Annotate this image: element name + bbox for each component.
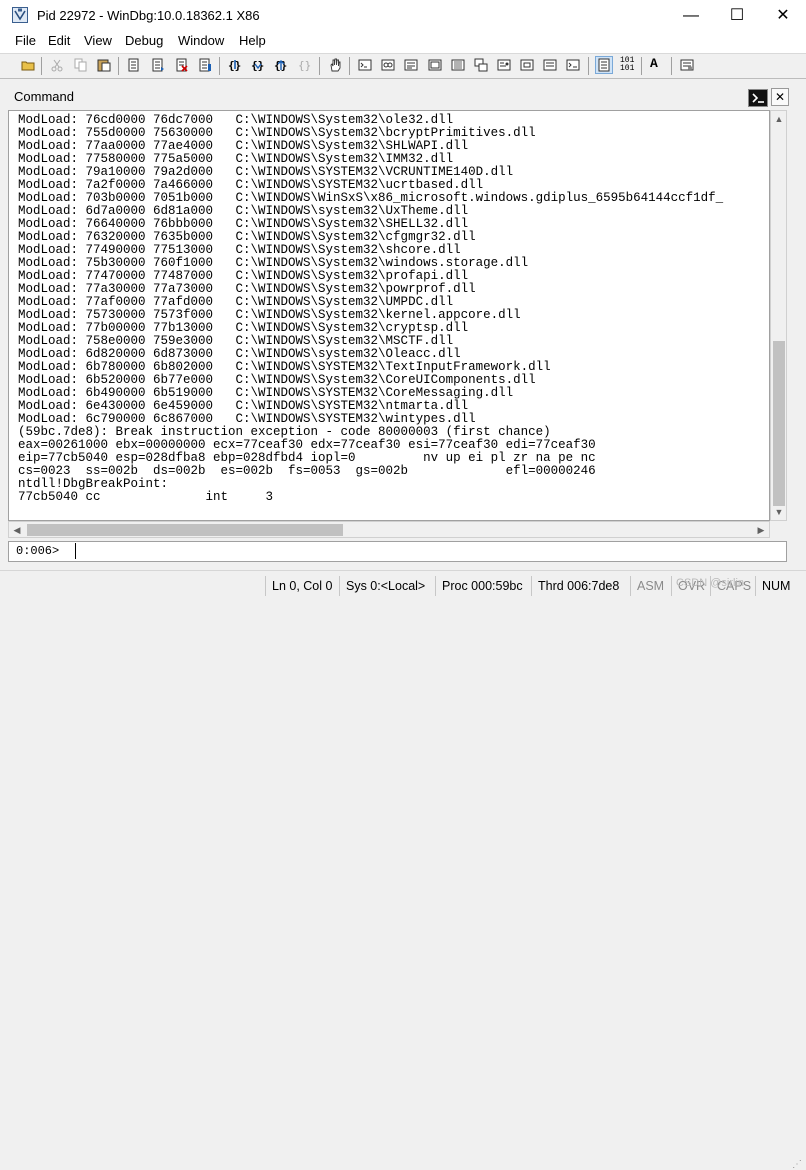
call-stack-window-icon[interactable] xyxy=(472,56,490,74)
command-browser-icon[interactable] xyxy=(564,56,582,74)
status-num: NUM xyxy=(755,576,795,596)
source-mode-icon[interactable] xyxy=(595,56,613,74)
step-out-icon[interactable]: {} xyxy=(272,56,290,74)
locals-window-icon[interactable] xyxy=(402,56,420,74)
scroll-left-icon[interactable]: ◀ xyxy=(9,522,25,538)
step-in-braces-icon[interactable]: {} xyxy=(249,56,267,74)
toolbar-separator xyxy=(118,57,119,75)
vertical-scroll-thumb[interactable] xyxy=(773,341,785,506)
run-to-cursor-icon[interactable]: {} xyxy=(296,56,314,74)
stop-debugging-icon[interactable] xyxy=(173,56,191,74)
panel-close-button[interactable]: ✕ xyxy=(771,88,789,106)
menu-file[interactable]: File xyxy=(15,33,36,48)
watermark: CSDN @sirlin xyxy=(676,577,745,589)
menu-edit[interactable]: Edit xyxy=(48,33,70,48)
scroll-right-icon[interactable]: ▶ xyxy=(753,522,769,538)
cut-icon[interactable] xyxy=(48,56,66,74)
memory-window-icon[interactable] xyxy=(449,56,467,74)
command-input[interactable] xyxy=(75,543,778,559)
status-thrd: Thrd 006:7de8 xyxy=(531,576,629,596)
scroll-up-icon[interactable]: ▲ xyxy=(771,111,787,127)
horizontal-scroll-thumb[interactable] xyxy=(27,524,343,536)
break-icon[interactable] xyxy=(196,56,214,74)
processes-threads-icon[interactable] xyxy=(541,56,559,74)
toolbar-separator xyxy=(671,57,672,75)
toolbar-separator xyxy=(349,57,350,75)
menu-debug[interactable]: Debug xyxy=(125,33,163,48)
options-icon[interactable] xyxy=(678,56,696,74)
status-proc: Proc 000:59bc xyxy=(435,576,530,596)
insert-breakpoint-icon[interactable] xyxy=(125,56,143,74)
menu-window[interactable]: Window xyxy=(178,33,224,48)
copy-icon[interactable] xyxy=(72,56,90,74)
paste-icon[interactable] xyxy=(95,56,113,74)
title-bar: Pid 22972 - WinDbg:10.0.18362.1 X86 — ☐ … xyxy=(0,0,806,31)
svg-text:{}: {} xyxy=(298,59,311,72)
step-into-icon[interactable] xyxy=(149,56,167,74)
hex-display-icon[interactable]: 101 101 xyxy=(618,56,636,74)
menu-help[interactable]: Help xyxy=(239,33,266,48)
step-over-icon[interactable]: {} xyxy=(226,56,244,74)
scroll-corner xyxy=(770,521,787,538)
minimize-button[interactable]: — xyxy=(668,0,714,31)
vertical-scrollbar[interactable]: ▲ ▼ xyxy=(770,110,787,521)
toolbar-separator xyxy=(588,57,589,75)
hand-icon[interactable] xyxy=(326,56,344,74)
disassembly-window-icon[interactable] xyxy=(495,56,513,74)
font-icon[interactable]: A xyxy=(648,56,666,74)
command-prompt: 0:006> xyxy=(16,544,60,558)
command-window-panel-icon[interactable] xyxy=(748,89,768,107)
close-button[interactable]: ✕ xyxy=(760,0,806,31)
registers-window-icon[interactable] xyxy=(426,56,444,74)
scratch-pad-icon[interactable] xyxy=(518,56,536,74)
command-line: 0:006> xyxy=(8,541,787,562)
toolbar-separator xyxy=(641,57,642,75)
windbg-app-icon xyxy=(12,7,28,23)
window-title: Pid 22972 - WinDbg:10.0.18362.1 X86 xyxy=(37,8,260,23)
status-sys: Sys 0:<Local> xyxy=(339,576,434,596)
panel-title: Command xyxy=(14,89,74,104)
status-asm: ASM xyxy=(630,576,670,596)
output-line: 77cb5040 cc int 3 xyxy=(18,490,274,504)
watch-window-icon[interactable] xyxy=(379,56,397,74)
status-line-col: Ln 0, Col 0 xyxy=(265,576,337,596)
menu-bar: File Edit View Debug Window Help xyxy=(0,31,806,53)
toolbar-separator xyxy=(319,57,320,75)
command-window-icon[interactable] xyxy=(356,56,374,74)
output-text: ModLoad: 76cd0000 76dc7000 C:\WINDOWS\Sy… xyxy=(18,114,723,504)
horizontal-scrollbar[interactable]: ◀ ▶ xyxy=(8,521,770,538)
resize-grip-icon[interactable]: ⋰ xyxy=(792,1159,802,1170)
svg-text:{}: {} xyxy=(251,59,264,72)
command-output[interactable]: ModLoad: 76cd0000 76dc7000 C:\WINDOWS\Sy… xyxy=(8,110,770,521)
toolbar-separator xyxy=(219,57,220,75)
open-folder-icon[interactable] xyxy=(19,56,37,74)
toolbar-separator xyxy=(41,57,42,75)
menu-view[interactable]: View xyxy=(84,33,112,48)
maximize-button[interactable]: ☐ xyxy=(714,0,760,31)
toolbar: {} {} {} {} 101 101 xyxy=(0,53,806,79)
scroll-down-icon[interactable]: ▼ xyxy=(771,504,787,520)
